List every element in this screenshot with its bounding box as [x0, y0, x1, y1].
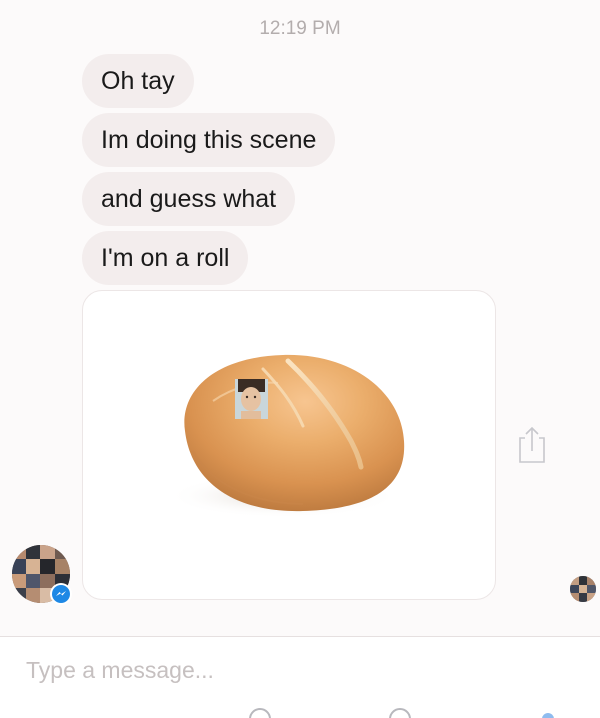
composer-toolbar — [0, 705, 600, 718]
seen-avatar — [570, 576, 596, 602]
face-photo — [235, 379, 268, 419]
toolbar-icons — [249, 708, 554, 718]
messenger-badge — [50, 583, 72, 605]
bread-roll-image — [168, 354, 405, 518]
image-attachment[interactable] — [82, 290, 496, 600]
chat-screen: 12:19 PM Oh tay Im doing this scene and … — [0, 0, 600, 718]
share-icon — [519, 426, 545, 463]
message-bubble[interactable]: Oh tay — [82, 54, 194, 108]
message-timestamp: 12:19 PM — [259, 18, 341, 39]
message-input[interactable]: Type a message... — [26, 657, 214, 684]
message-bubble[interactable]: Im doing this scene — [82, 113, 336, 167]
message-bubble[interactable]: I'm on a roll — [82, 231, 249, 285]
messenger-icon — [52, 585, 70, 603]
seen-avatar-icon — [570, 576, 596, 602]
message-bubble[interactable]: and guess what — [82, 172, 296, 226]
share-button[interactable] — [514, 424, 550, 468]
